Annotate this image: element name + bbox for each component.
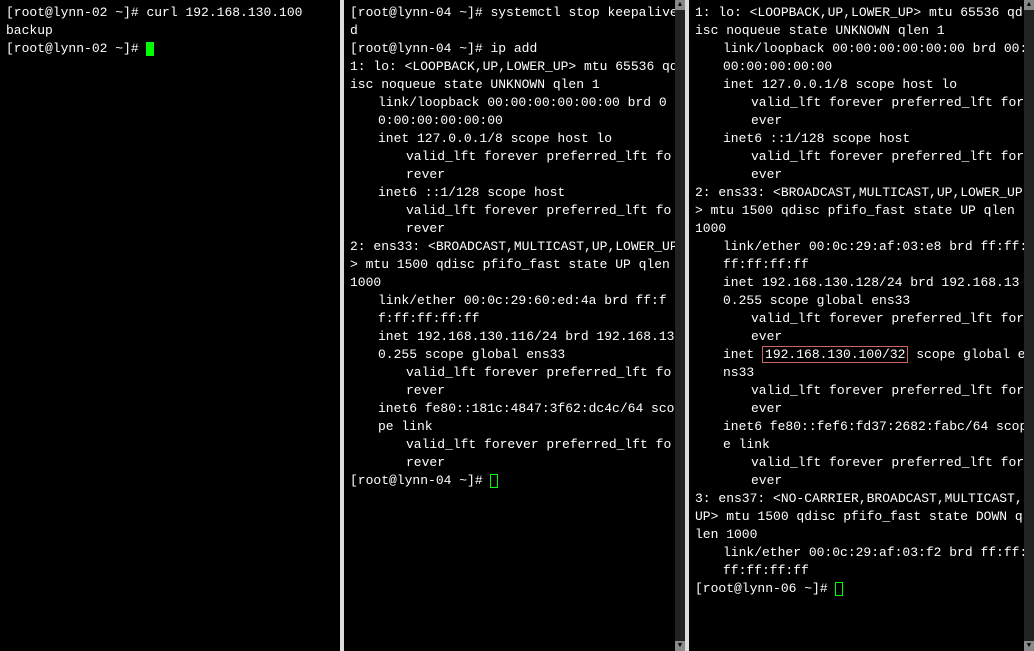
vip-line: inet 192.168.130.100/32 scope global ens… xyxy=(695,346,1028,382)
scrollbar[interactable]: ▲ ▼ xyxy=(675,0,685,651)
cursor-icon xyxy=(835,582,843,596)
scrollbar-track[interactable] xyxy=(675,10,685,641)
link-info: link/ether 00:0c:29:af:03:f2 brd ff:ff:f… xyxy=(695,544,1028,580)
prompt-text: [root@lynn-04 ~]# xyxy=(350,41,490,56)
lft-info: valid_lft forever preferred_lft forever xyxy=(695,454,1028,490)
inet-info: inet 127.0.0.1/8 scope host lo xyxy=(695,76,1028,94)
inet6-info: inet6 fe80::181c:4847:3f62:dc4c/64 scope… xyxy=(350,400,679,436)
command-text: curl 192.168.130.100 xyxy=(146,5,302,20)
lft-info: valid_lft forever preferred_lft forever xyxy=(695,382,1028,418)
cursor-icon xyxy=(490,474,498,488)
terminal-line: [root@lynn-04 ~]# systemctl stop keepali… xyxy=(350,4,679,40)
terminal-line: [root@lynn-04 ~]# ip add xyxy=(350,40,679,58)
inet-prefix: inet xyxy=(723,347,762,362)
scrollbar[interactable]: ▲ ▼ xyxy=(1024,0,1034,651)
inet-info: inet 192.168.130.116/24 brd 192.168.130.… xyxy=(350,328,679,364)
lft-info: valid_lft forever preferred_lft forever xyxy=(350,364,679,400)
cursor-icon xyxy=(146,42,154,56)
scrollbar-up-icon[interactable]: ▲ xyxy=(675,0,685,10)
scrollbar-up-icon[interactable]: ▲ xyxy=(1024,0,1034,10)
prompt-text: [root@lynn-02 ~]# xyxy=(6,5,146,20)
prompt-text: [root@lynn-02 ~]# xyxy=(6,41,146,56)
terminal-line: [root@lynn-02 ~]# xyxy=(6,40,334,58)
inet6-info: inet6 ::1/128 scope host xyxy=(350,184,679,202)
terminal-line: [root@lynn-06 ~]# xyxy=(695,580,1028,598)
interface-header: 1: lo: <LOOPBACK,UP,LOWER_UP> mtu 65536 … xyxy=(695,4,1028,40)
inet-info: inet 192.168.130.128/24 brd 192.168.130.… xyxy=(695,274,1028,310)
interface-header: 2: ens33: <BROADCAST,MULTICAST,UP,LOWER_… xyxy=(350,238,679,292)
scrollbar-track[interactable] xyxy=(1024,10,1034,641)
lft-info: valid_lft forever preferred_lft forever xyxy=(350,202,679,238)
link-info: link/ether 00:0c:29:af:03:e8 brd ff:ff:f… xyxy=(695,238,1028,274)
inet-info: inet 127.0.0.1/8 scope host lo xyxy=(350,130,679,148)
terminal-line: [root@lynn-02 ~]# curl 192.168.130.100 xyxy=(6,4,334,22)
interface-header: 3: ens37: <NO-CARRIER,BROADCAST,MULTICAS… xyxy=(695,490,1028,544)
terminal-pane-middle[interactable]: [root@lynn-04 ~]# systemctl stop keepali… xyxy=(344,0,689,651)
inet6-info: inet6 fe80::fef6:fd37:2682:fabc/64 scope… xyxy=(695,418,1028,454)
prompt-text: [root@lynn-04 ~]# xyxy=(350,5,490,20)
link-info: link/loopback 00:00:00:00:00:00 brd 00:0… xyxy=(350,94,679,130)
vip-address-highlighted: 192.168.130.100/32 xyxy=(762,346,908,363)
interface-header: 2: ens33: <BROADCAST,MULTICAST,UP,LOWER_… xyxy=(695,184,1028,238)
terminal-output: backup xyxy=(6,22,334,40)
lft-info: valid_lft forever preferred_lft forever xyxy=(695,148,1028,184)
prompt-text: [root@lynn-06 ~]# xyxy=(695,581,835,596)
terminal-pane-right[interactable]: 1: lo: <LOOPBACK,UP,LOWER_UP> mtu 65536 … xyxy=(689,0,1034,651)
inet6-info: inet6 ::1/128 scope host xyxy=(695,130,1028,148)
lft-info: valid_lft forever preferred_lft forever xyxy=(350,436,679,472)
interface-header: 1: lo: <LOOPBACK,UP,LOWER_UP> mtu 65536 … xyxy=(350,58,679,94)
lft-info: valid_lft forever preferred_lft forever xyxy=(695,94,1028,130)
terminal-pane-left[interactable]: [root@lynn-02 ~]# curl 192.168.130.100 b… xyxy=(0,0,344,651)
terminal-line: [root@lynn-04 ~]# xyxy=(350,472,679,490)
scrollbar-down-icon[interactable]: ▼ xyxy=(675,641,685,651)
lft-info: valid_lft forever preferred_lft forever xyxy=(350,148,679,184)
scrollbar-down-icon[interactable]: ▼ xyxy=(1024,641,1034,651)
prompt-text: [root@lynn-04 ~]# xyxy=(350,473,490,488)
link-info: link/ether 00:0c:29:60:ed:4a brd ff:ff:f… xyxy=(350,292,679,328)
link-info: link/loopback 00:00:00:00:00:00 brd 00:0… xyxy=(695,40,1028,76)
command-text: ip add xyxy=(490,41,537,56)
lft-info: valid_lft forever preferred_lft forever xyxy=(695,310,1028,346)
